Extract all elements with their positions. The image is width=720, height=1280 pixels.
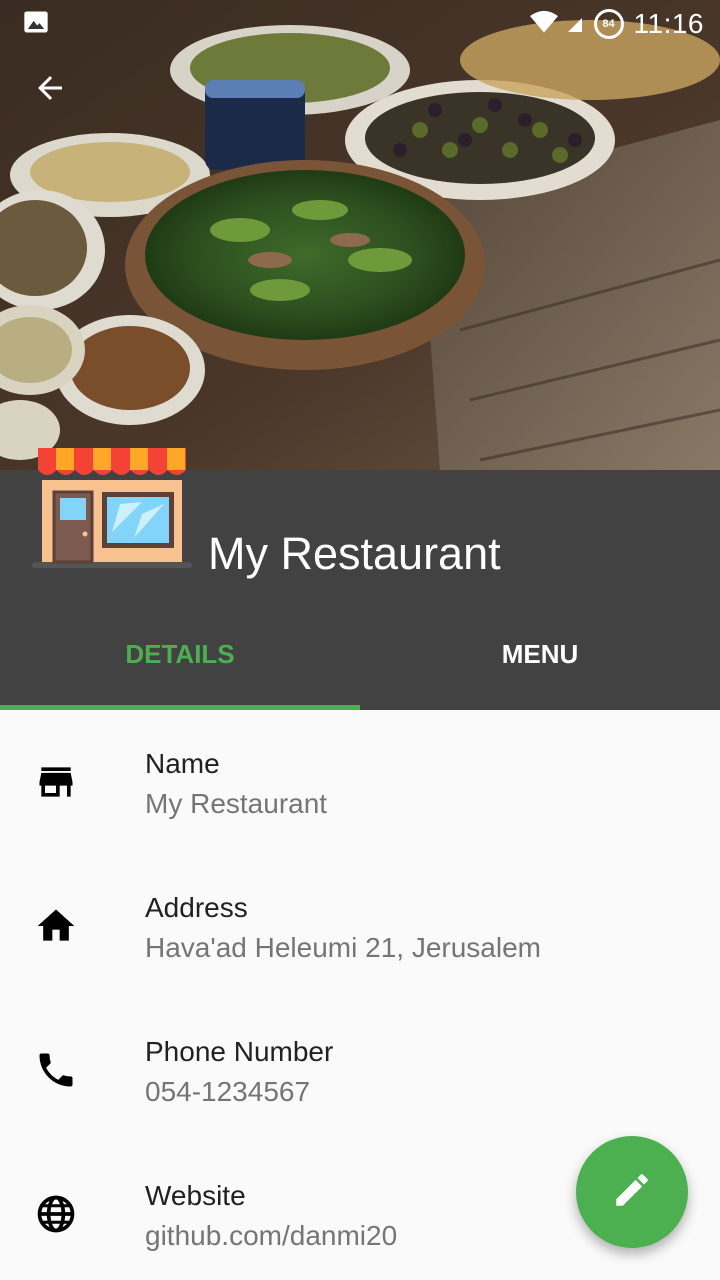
status-bar: 84 11:16 [0, 0, 720, 48]
back-button[interactable] [22, 62, 78, 118]
tab-bar: DETAILS MENU [0, 610, 720, 710]
store-icon [34, 760, 78, 804]
detail-label: Website [145, 1180, 246, 1211]
globe-icon [34, 1192, 78, 1236]
image-notification-icon [22, 8, 50, 41]
tab-details-label: DETAILS [125, 638, 235, 669]
detail-name-row: Name My Restaurant [0, 712, 720, 856]
detail-address-row: Address Hava'ad Heleumi 21, Jerusalem [0, 856, 720, 1000]
detail-value: My Restaurant [145, 788, 328, 819]
status-time: 11:16 [633, 8, 704, 39]
header-food-image [0, 0, 720, 470]
detail-phone-row: Phone Number 054-1234567 [0, 1000, 720, 1144]
edit-button[interactable] [576, 1136, 688, 1248]
phone-icon [34, 1048, 78, 1092]
tab-menu[interactable]: MENU [360, 610, 720, 710]
detail-label: Address [145, 892, 248, 923]
home-icon [34, 904, 78, 948]
cell-signal-icon [567, 10, 584, 39]
detail-value[interactable]: github.com/danmi20 [145, 1220, 397, 1252]
tab-details[interactable]: DETAILS [0, 610, 360, 710]
detail-value: 054-1234567 [145, 1076, 311, 1107]
restaurant-header: My Restaurant DETAILS MENU [0, 448, 720, 710]
battery-level: 84 [602, 18, 615, 30]
edit-pencil-icon [611, 1169, 653, 1216]
arrow-back-icon [32, 70, 68, 111]
detail-value: Hava'ad Heleumi 21, Jerusalem [145, 932, 541, 963]
food-table-illustration [0, 0, 720, 470]
tab-indicator [0, 705, 360, 710]
restaurant-title: My Restaurant [208, 528, 501, 579]
wifi-icon [529, 10, 558, 39]
tab-menu-label: MENU [501, 638, 579, 669]
storefront-logo [30, 444, 194, 574]
battery-icon: 84 [593, 9, 624, 39]
detail-label: Phone Number [145, 1036, 334, 1067]
detail-label: Name [145, 748, 220, 779]
